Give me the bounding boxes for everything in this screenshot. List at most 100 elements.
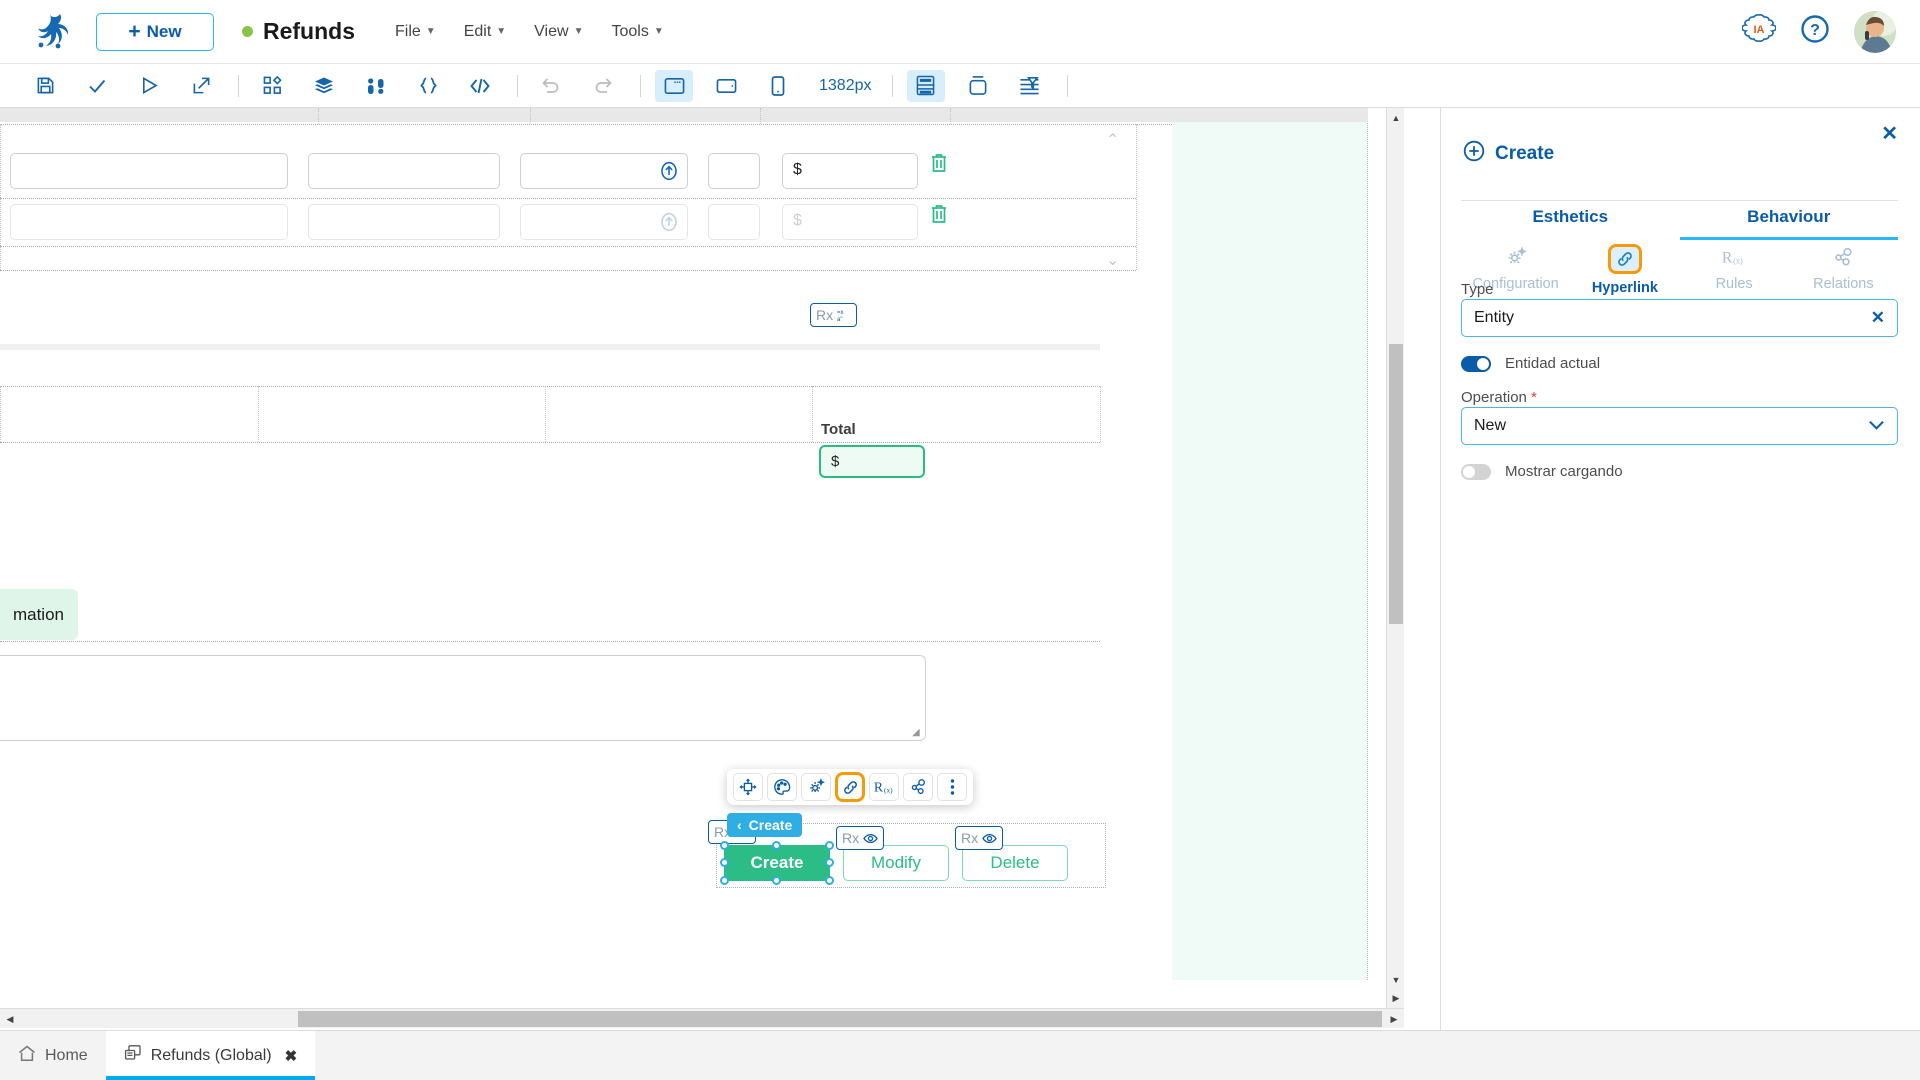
- vertical-scroll-thumb[interactable]: [1389, 344, 1403, 624]
- components-icon[interactable]: [253, 70, 291, 102]
- resize-handle-sw[interactable]: [720, 876, 729, 885]
- mostrar-cargando-row[interactable]: Mostrar cargando: [1461, 463, 1623, 480]
- subtab-rules[interactable]: R (x) Rules: [1680, 244, 1789, 306]
- run-icon[interactable]: [130, 70, 168, 102]
- chevron-left-icon[interactable]: ‹: [737, 817, 742, 833]
- bottom-tab-home[interactable]: Home: [0, 1031, 106, 1080]
- container-icon[interactable]: [959, 70, 997, 102]
- chevron-down-icon[interactable]: ⌄: [1106, 250, 1119, 270]
- settings-icon[interactable]: [801, 773, 831, 801]
- scroll-up-arrow-icon[interactable]: ▲: [1387, 110, 1405, 126]
- chevron-up-icon[interactable]: ⌃: [1106, 130, 1119, 150]
- grid-cell[interactable]: [520, 153, 688, 189]
- operation-field[interactable]: New: [1461, 407, 1898, 445]
- new-button[interactable]: + New: [96, 12, 214, 51]
- subtab-relations[interactable]: Relations: [1789, 244, 1898, 306]
- scroll-corner: ▶: [1392, 992, 1400, 1003]
- filter-icon[interactable]: [1011, 70, 1049, 102]
- grid-cell[interactable]: [708, 204, 760, 240]
- canvas-horizontal-scrollbar[interactable]: ◀ ▶: [0, 1008, 1404, 1028]
- move-icon[interactable]: [733, 773, 763, 801]
- ia-icon[interactable]: IA: [1741, 12, 1777, 51]
- grid-layout-icon[interactable]: [906, 69, 945, 102]
- delete-rx-badge[interactable]: Rx: [955, 826, 1004, 850]
- check-icon[interactable]: [78, 70, 116, 102]
- tablet-view-icon[interactable]: [707, 70, 745, 102]
- tab-behaviour[interactable]: Behaviour: [1679, 196, 1898, 240]
- modify-rx-badge[interactable]: Rx: [836, 826, 885, 850]
- selection-breadcrumb-chip[interactable]: ‹ Create: [727, 813, 803, 837]
- element-context-toolbar[interactable]: R (x): [727, 769, 973, 805]
- scroll-left-arrow-icon[interactable]: ◀: [2, 1009, 18, 1029]
- resize-handle-ne[interactable]: [825, 841, 834, 850]
- menu-file[interactable]: File ▼: [395, 23, 436, 41]
- grid-cell[interactable]: [10, 153, 288, 189]
- subtab-hyperlink[interactable]: Hyperlink: [1570, 244, 1679, 306]
- rules-icon[interactable]: R (x): [869, 773, 899, 801]
- avatar[interactable]: [1854, 10, 1896, 53]
- notes-textarea[interactable]: ◢: [0, 655, 926, 741]
- trash-icon[interactable]: [930, 153, 950, 175]
- help-icon[interactable]: ?: [1800, 14, 1830, 49]
- mostrar-cargando-label: Mostrar cargando: [1505, 463, 1623, 480]
- grid-cell[interactable]: [308, 153, 500, 189]
- canvas-vertical-scrollbar[interactable]: ▲ ▼ ▶: [1386, 108, 1404, 1008]
- redo-icon[interactable]: [584, 70, 622, 102]
- resize-handle-n[interactable]: [772, 841, 781, 850]
- zoom-value[interactable]: 1382px: [819, 77, 872, 95]
- clear-x-icon[interactable]: ✕: [1871, 308, 1885, 328]
- grid-cell[interactable]: $: [782, 204, 918, 240]
- save-icon[interactable]: [26, 70, 64, 102]
- braces-icon[interactable]: [409, 70, 447, 102]
- code-icon[interactable]: [461, 70, 499, 102]
- layers-icon[interactable]: [305, 70, 343, 102]
- menu-edit[interactable]: Edit ▼: [464, 23, 506, 41]
- totals-row[interactable]: [0, 386, 1101, 443]
- grid-cell[interactable]: [10, 204, 288, 240]
- resize-handle-s[interactable]: [772, 876, 781, 885]
- total-value-field[interactable]: $: [819, 445, 925, 478]
- design-canvas[interactable]: ⌃ $ $ ⌄ Total Rx =x a" $ mation ◢ R (x) …: [0, 108, 1404, 1030]
- entidad-actual-toggle[interactable]: [1461, 355, 1491, 372]
- scroll-down-arrow-icon[interactable]: ▼: [1387, 972, 1405, 988]
- chevron-down-icon[interactable]: [1868, 416, 1885, 436]
- grid-cell[interactable]: [520, 204, 688, 240]
- resize-handle-w[interactable]: [720, 858, 729, 867]
- mobile-view-icon[interactable]: [759, 70, 797, 102]
- trash-icon[interactable]: [930, 204, 950, 226]
- menu-view[interactable]: View ▼: [534, 23, 583, 41]
- entidad-actual-row[interactable]: Entidad actual: [1461, 355, 1600, 372]
- bottom-tab-refunds[interactable]: Refunds (Global) ✖: [105, 1031, 316, 1080]
- scroll-right-arrow-icon[interactable]: ▶: [1386, 1009, 1402, 1029]
- grid-cell[interactable]: $: [782, 153, 918, 189]
- delete-button[interactable]: Delete: [962, 845, 1068, 881]
- hyperlink-icon[interactable]: [835, 772, 865, 802]
- upload-circle-icon[interactable]: [659, 212, 679, 237]
- menu-tools[interactable]: Tools ▼: [611, 23, 663, 41]
- total-rx-badge[interactable]: Rx =x a": [810, 303, 858, 327]
- export-icon[interactable]: [182, 70, 220, 102]
- close-icon[interactable]: ✖: [285, 1047, 298, 1065]
- close-icon[interactable]: ✕: [1881, 124, 1898, 144]
- resize-handle-nw[interactable]: [720, 841, 729, 850]
- frog-logo-icon[interactable]: [30, 10, 70, 54]
- horizontal-scroll-thumb[interactable]: [298, 1011, 1382, 1027]
- mostrar-cargando-toggle[interactable]: [1461, 463, 1491, 480]
- type-field[interactable]: Entity ✕: [1461, 299, 1898, 337]
- undo-icon[interactable]: [532, 70, 570, 102]
- resize-handle-e[interactable]: [825, 858, 834, 867]
- palette-icon[interactable]: [767, 773, 797, 801]
- resize-handle-icon[interactable]: ◢: [912, 728, 922, 738]
- desktop-view-icon[interactable]: [655, 69, 693, 102]
- grid-cell[interactable]: [708, 153, 760, 189]
- upload-circle-icon[interactable]: [659, 161, 679, 186]
- resize-handle-se[interactable]: [825, 876, 834, 885]
- tab-esthetics[interactable]: Esthetics: [1461, 196, 1680, 240]
- relations-icon[interactable]: [903, 773, 933, 801]
- grid-cell[interactable]: [308, 204, 500, 240]
- information-section-tag[interactable]: mation: [0, 589, 78, 640]
- more-options-icon[interactable]: [937, 773, 967, 801]
- line-items-grid[interactable]: ⌃ $ $ ⌄: [0, 122, 1137, 270]
- variables-icon[interactable]: [357, 70, 395, 102]
- modify-button[interactable]: Modify: [843, 845, 949, 881]
